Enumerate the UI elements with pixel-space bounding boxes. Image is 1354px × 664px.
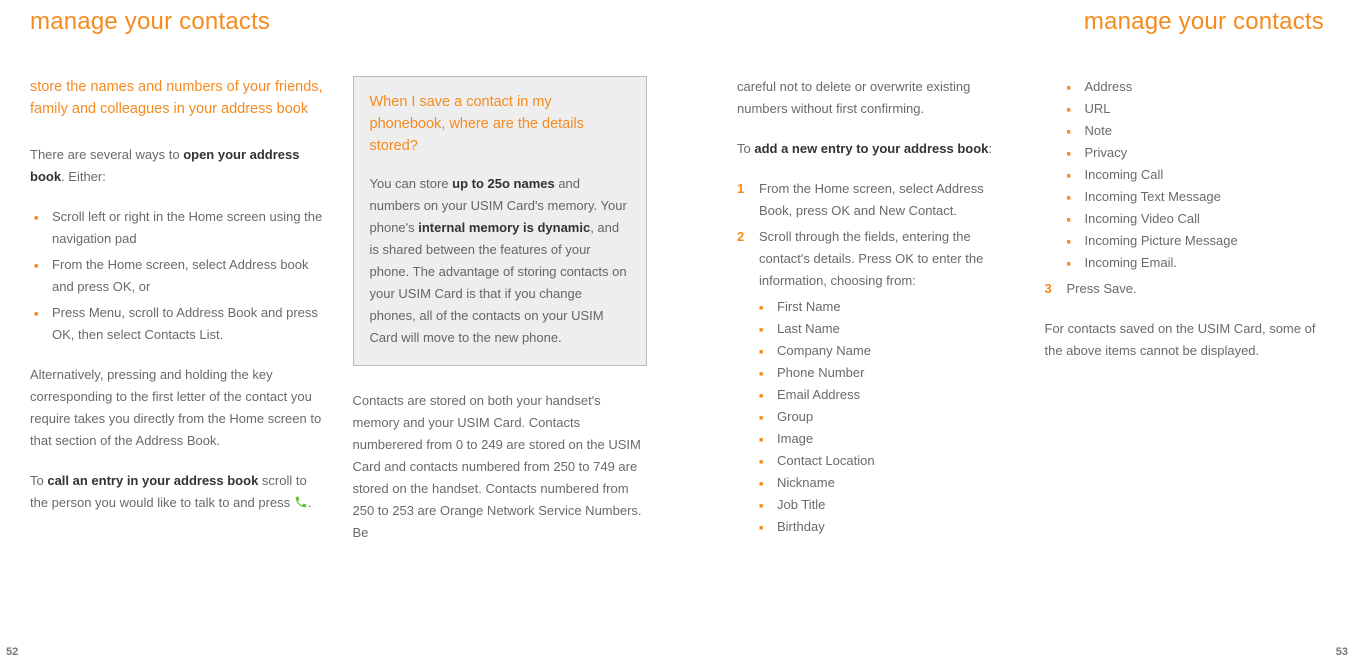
list-item: Privacy [1067, 142, 1325, 164]
page-left: manage your contacts store the names and… [0, 0, 677, 664]
add-entry-step3: 3 Press Save. [1045, 278, 1325, 300]
add-entry-para: To add a new entry to your address book: [737, 138, 1017, 160]
text-bold: add a new entry to your address book [754, 141, 988, 156]
list-item: Job Title [759, 494, 1017, 516]
left-col2: When I save a contact in my phonebook, w… [353, 76, 648, 664]
list-item: Address [1067, 76, 1325, 98]
note-para: For contacts saved on the USIM Card, som… [1045, 318, 1325, 362]
list-item: Last Name [759, 318, 1017, 340]
text-bold: up to 25o names [452, 176, 555, 191]
step-3: 3 Press Save. [1045, 278, 1325, 300]
list-item: Nickname [759, 472, 1017, 494]
page-number-right: 53 [1336, 646, 1348, 658]
list-item: From the Home screen, select Address boo… [30, 254, 325, 298]
text-bold: call an entry in your address book [47, 473, 258, 488]
left-col1: store the names and numbers of your frie… [30, 76, 325, 664]
columns-right: careful not to delete or overwrite exist… [737, 76, 1324, 664]
text: To [30, 473, 47, 488]
open-ab-bullets: Scroll left or right in the Home screen … [30, 206, 325, 346]
continued-para: careful not to delete or overwrite exist… [737, 76, 1017, 120]
list-item: Company Name [759, 340, 1017, 362]
alt-para: Alternatively, pressing and holding the … [30, 364, 325, 452]
step-marker: 2 [737, 226, 744, 248]
right-col1: careful not to delete or overwrite exist… [737, 76, 1017, 664]
list-item: Incoming Email. [1067, 252, 1325, 274]
text: You can store [370, 176, 453, 191]
list-item: Birthday [759, 516, 1017, 538]
call-entry-para: To call an entry in your address book sc… [30, 470, 325, 514]
callout-box: When I save a contact in my phonebook, w… [353, 76, 648, 366]
step-2: 2 Scroll through the fields, entering th… [737, 226, 1017, 538]
step-1: 1 From the Home screen, select Address B… [737, 178, 1017, 222]
list-item: Scroll left or right in the Home screen … [30, 206, 325, 250]
call-icon [294, 494, 308, 508]
list-item: Note [1067, 120, 1325, 142]
page-number-left: 52 [6, 646, 18, 658]
right-col2: Address URL Note Privacy Incoming Call I… [1045, 76, 1325, 664]
text-bold: internal memory is dynamic [418, 220, 590, 235]
list-item: Email Address [759, 384, 1017, 406]
columns-left: store the names and numbers of your frie… [30, 76, 647, 664]
text: . Either: [61, 169, 106, 184]
list-item: Press Menu, scroll to Address Book and p… [30, 302, 325, 346]
field-list-2: Address URL Note Privacy Incoming Call I… [1067, 76, 1325, 274]
page-right: manage your contacts careful not to dele… [677, 0, 1354, 664]
list-item: URL [1067, 98, 1325, 120]
list-item: Incoming Call [1067, 164, 1325, 186]
list-item: Phone Number [759, 362, 1017, 384]
step-text: Scroll through the fields, entering the … [759, 229, 983, 288]
step-text: From the Home screen, select Address Boo… [759, 181, 984, 218]
step-marker: 3 [1045, 278, 1052, 300]
text: . [308, 495, 312, 510]
field-list-1: First Name Last Name Company Name Phone … [759, 296, 1017, 538]
list-item: Image [759, 428, 1017, 450]
text: To [737, 141, 754, 156]
list-item: Incoming Video Call [1067, 208, 1325, 230]
list-item: Incoming Text Message [1067, 186, 1325, 208]
intro-text: store the names and numbers of your frie… [30, 76, 325, 120]
page-title-right: manage your contacts [737, 8, 1324, 36]
list-item: Incoming Picture Message [1067, 230, 1325, 252]
callout-answer: You can store up to 25o names and number… [370, 173, 631, 349]
list-item: Contact Location [759, 450, 1017, 472]
list-item: Group [759, 406, 1017, 428]
text: : [988, 141, 992, 156]
text: , and is shared between the features of … [370, 220, 627, 345]
list-item: First Name [759, 296, 1017, 318]
text: There are several ways to [30, 147, 183, 162]
step-text: Press Save. [1067, 281, 1137, 296]
callout-question: When I save a contact in my phonebook, w… [370, 91, 631, 157]
document-spread: manage your contacts store the names and… [0, 0, 1354, 664]
add-entry-steps: 1 From the Home screen, select Address B… [737, 178, 1017, 538]
storage-para: Contacts are stored on both your handset… [353, 390, 648, 544]
page-title-left: manage your contacts [30, 8, 647, 36]
open-ab-para: There are several ways to open your addr… [30, 144, 325, 188]
step-marker: 1 [737, 178, 744, 200]
